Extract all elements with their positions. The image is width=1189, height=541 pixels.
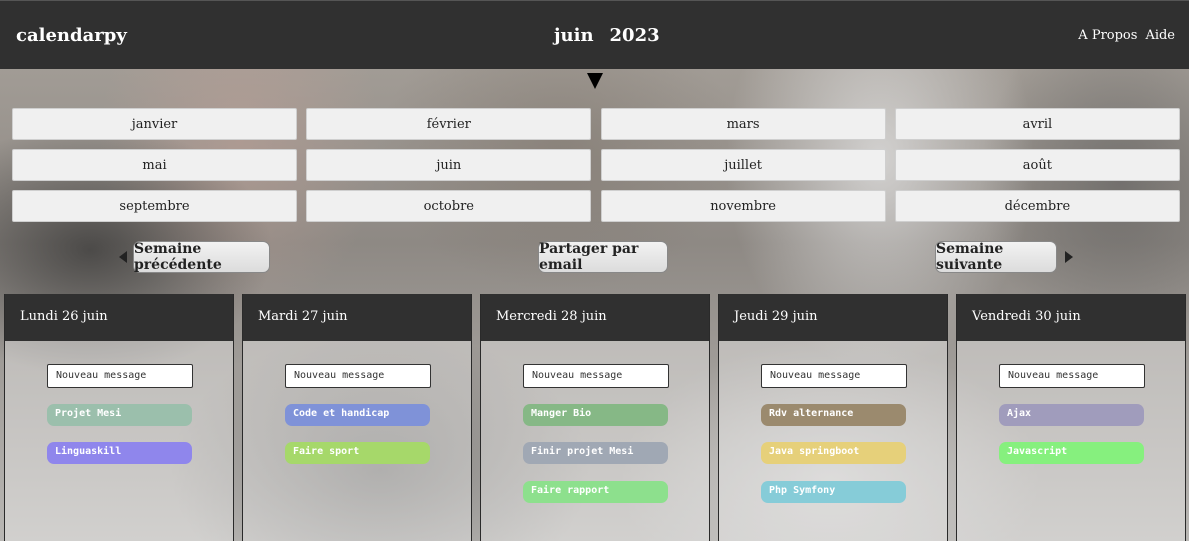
- task-item[interactable]: Php Symfony: [761, 481, 906, 503]
- task-item[interactable]: Manger Bio: [523, 404, 668, 426]
- month-button[interactable]: octobre: [306, 190, 592, 222]
- month-button[interactable]: janvier: [12, 108, 297, 140]
- next-week-arrow-icon[interactable]: [1065, 251, 1073, 263]
- month-button[interactable]: septembre: [12, 190, 297, 222]
- day-title: Vendredi 30 juin: [957, 294, 1185, 341]
- previous-week-button[interactable]: Semaine précédente: [133, 241, 270, 273]
- task-item[interactable]: Faire rapport: [523, 481, 668, 503]
- app-brand[interactable]: calendarpy: [16, 25, 127, 46]
- current-year: 2023: [609, 25, 660, 46]
- top-header: calendarpy juin 2023 A Propos Aide: [0, 0, 1189, 69]
- month-button[interactable]: avril: [894, 108, 1180, 140]
- month-picker: janvier février mars avril mai juin juil…: [12, 108, 1180, 222]
- task-item[interactable]: Faire sport: [285, 442, 430, 464]
- current-period: juin 2023: [554, 25, 660, 46]
- day-title: Mercredi 28 juin: [481, 294, 709, 341]
- day-title: Jeudi 29 juin: [719, 294, 947, 341]
- new-message-input[interactable]: Nouveau message: [999, 364, 1145, 388]
- day-column-friday: Vendredi 30 juin Nouveau message Ajax Ja…: [956, 294, 1186, 541]
- new-message-input[interactable]: Nouveau message: [47, 364, 193, 388]
- day-title: Lundi 26 juin: [5, 294, 233, 341]
- month-button[interactable]: juillet: [600, 149, 886, 181]
- month-button[interactable]: mars: [600, 108, 886, 140]
- day-column-wednesday: Mercredi 28 juin Nouveau message Manger …: [480, 294, 710, 541]
- day-column-thursday: Jeudi 29 juin Nouveau message Rdv altern…: [718, 294, 948, 541]
- day-column-monday: Lundi 26 juin Nouveau message Projet Mes…: [4, 294, 234, 541]
- month-button[interactable]: février: [306, 108, 592, 140]
- month-button[interactable]: mai: [12, 149, 297, 181]
- prev-week-arrow-icon[interactable]: [119, 251, 127, 263]
- current-month: juin: [554, 25, 594, 46]
- day-title: Mardi 27 juin: [243, 294, 471, 341]
- help-link[interactable]: Aide: [1145, 28, 1175, 43]
- task-item[interactable]: Linguaskill: [47, 442, 192, 464]
- header-links: A Propos Aide: [1078, 28, 1175, 43]
- month-button[interactable]: août: [894, 149, 1180, 181]
- new-message-input[interactable]: Nouveau message: [285, 364, 431, 388]
- new-message-input[interactable]: Nouveau message: [523, 364, 669, 388]
- month-button[interactable]: novembre: [600, 190, 886, 222]
- new-message-input[interactable]: Nouveau message: [761, 364, 907, 388]
- task-item[interactable]: Rdv alternance: [761, 404, 906, 426]
- task-item[interactable]: Java springboot: [761, 442, 906, 464]
- share-email-button[interactable]: Partager par email: [538, 241, 668, 273]
- task-item[interactable]: Finir projet Mesi: [523, 442, 668, 464]
- task-item[interactable]: Javascript: [999, 442, 1144, 464]
- month-button[interactable]: décembre: [894, 190, 1180, 222]
- task-item[interactable]: Code et handicap: [285, 404, 430, 426]
- about-link[interactable]: A Propos: [1078, 28, 1137, 43]
- next-week-button[interactable]: Semaine suivante: [935, 241, 1057, 273]
- month-button[interactable]: juin: [306, 149, 592, 181]
- day-column-tuesday: Mardi 27 juin Nouveau message Code et ha…: [242, 294, 472, 541]
- task-item[interactable]: Ajax: [999, 404, 1144, 426]
- task-item[interactable]: Projet Mesi: [47, 404, 192, 426]
- month-toggle-arrow-icon[interactable]: [587, 73, 603, 89]
